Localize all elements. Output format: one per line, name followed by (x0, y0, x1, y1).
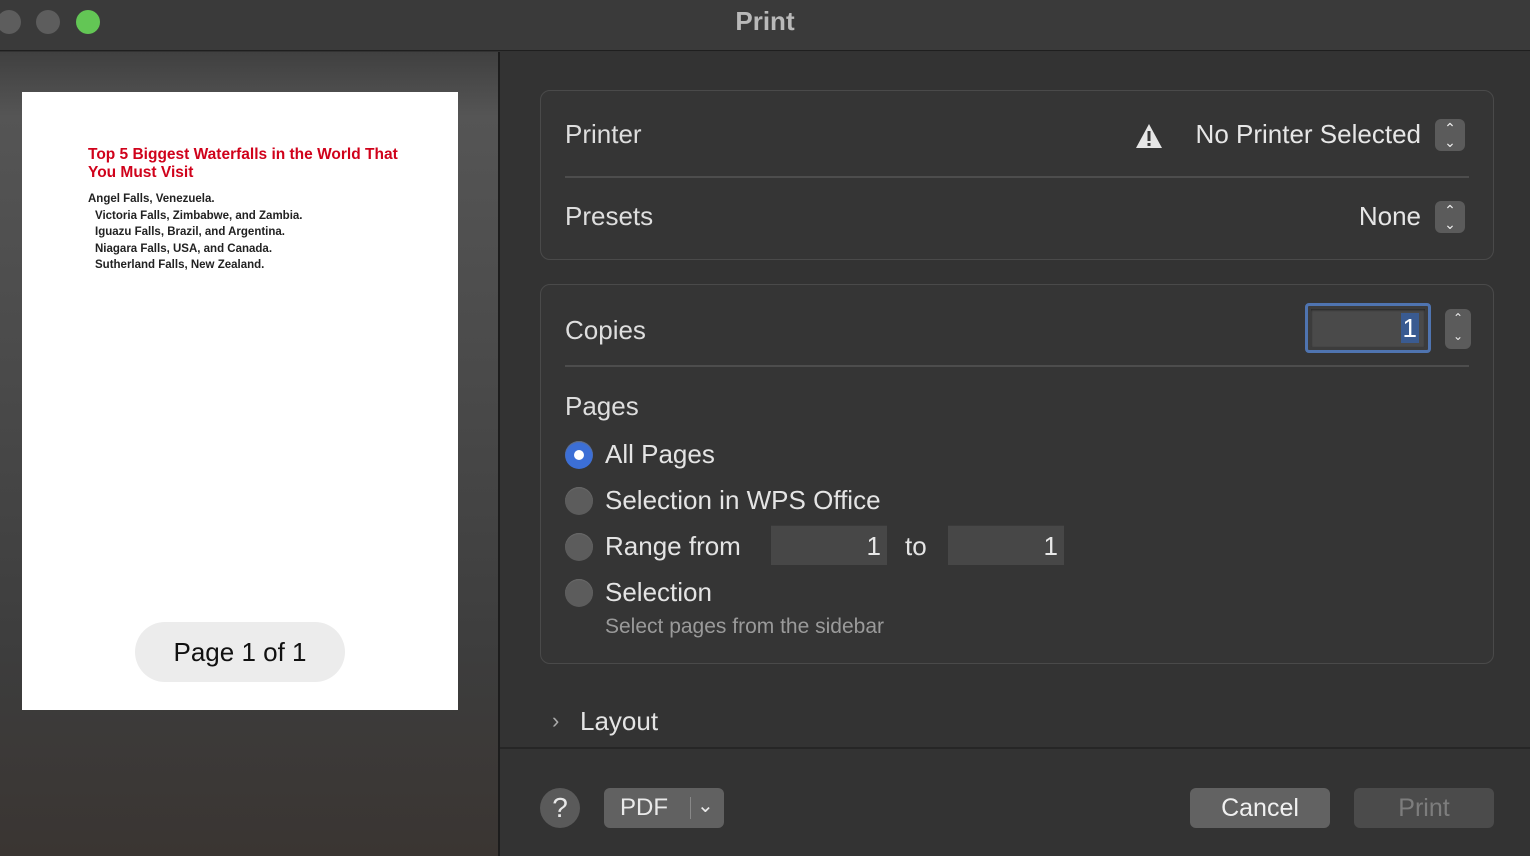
radio-label: Selection (605, 577, 712, 607)
printer-presets-group: Printer No Printer Selected ⌃ ⌄ Presets N… (540, 90, 1494, 260)
range-from-input[interactable]: 1 (771, 525, 887, 565)
radio-range[interactable]: Range from 1 to 1 (565, 525, 1085, 565)
document-line: Sutherland Falls, New Zealand. (95, 259, 265, 271)
radio-button[interactable] (565, 533, 593, 561)
page-preview: Top 5 Biggest Waterfalls in the World Th… (22, 92, 458, 710)
radio-label: All Pages (605, 439, 715, 469)
presets-popup-chevrons-icon[interactable]: ⌃ ⌄ (1435, 201, 1465, 233)
range-to-input[interactable]: 1 (948, 525, 1064, 565)
chevron-down-icon[interactable]: ⌄ (1445, 327, 1471, 345)
copies-input[interactable]: 1 (1305, 303, 1431, 353)
printer-popup[interactable]: No Printer Selected (1196, 119, 1421, 150)
print-button[interactable]: Print (1354, 788, 1494, 828)
radio-button[interactable] (565, 487, 593, 515)
range-to-label: to (905, 531, 927, 561)
radio-label: Range from (605, 531, 741, 561)
row-separator (565, 365, 1469, 367)
document-line: Victoria Falls, Zimbabwe, and Zambia. (95, 209, 303, 222)
pdf-menu-button[interactable]: PDF ⌄ (604, 788, 724, 828)
selection-hint: Select pages from the sidebar (605, 615, 884, 638)
layout-label: Layout (580, 706, 659, 736)
copies-value: 1 (1400, 313, 1419, 343)
document-body: Angel Falls, Venezuela. Victoria Falls, … (88, 191, 418, 274)
print-preview-pane: Top 5 Biggest Waterfalls in the World Th… (0, 52, 498, 856)
cancel-button[interactable]: Cancel (1190, 788, 1330, 828)
presets-popup[interactable]: None (1359, 201, 1421, 232)
help-button[interactable]: ? (540, 788, 580, 828)
chevron-up-icon[interactable]: ⌃ (1445, 309, 1471, 327)
document-title: Top 5 Biggest Waterfalls in the World Th… (88, 146, 398, 181)
document-line: Niagara Falls, USA, and Canada. (95, 242, 273, 255)
presets-label: Presets (565, 201, 654, 231)
window-title: Print (735, 6, 795, 36)
printer-popup-chevrons-icon[interactable]: ⌃ ⌄ (1435, 119, 1465, 151)
print-dialog-window: Print Top 5 Biggest Waterfalls in the Wo… (0, 0, 1530, 856)
document-line: Iguazu Falls, Brazil, and Argentina. (95, 226, 285, 238)
title-bar: Print (0, 0, 1530, 51)
copies-stepper[interactable]: ⌃ ⌄ (1445, 309, 1471, 349)
print-settings-pane: Printer No Printer Selected ⌃ ⌄ Presets N… (500, 52, 1530, 856)
printer-label: Printer (565, 119, 642, 149)
pdf-divider (690, 797, 691, 819)
row-separator (565, 176, 1469, 178)
copies-pages-group: Copies 1 ⌃ ⌄ Pages All Pages Selection i… (540, 284, 1494, 664)
chevron-down-icon[interactable]: ⌄ (697, 793, 714, 818)
page-indicator: Page 1 of 1 (135, 622, 345, 682)
warning-icon (1136, 124, 1162, 148)
radio-label: Selection in WPS Office (605, 485, 881, 515)
document-line: Angel Falls, Venezuela. (88, 193, 215, 205)
pages-label: Pages (565, 391, 639, 421)
copies-label: Copies (565, 315, 646, 345)
chevron-right-icon[interactable]: › (552, 708, 572, 734)
footer-separator (500, 747, 1530, 749)
pdf-label: PDF (620, 794, 668, 821)
radio-button[interactable] (565, 441, 593, 469)
radio-button[interactable] (565, 579, 593, 607)
